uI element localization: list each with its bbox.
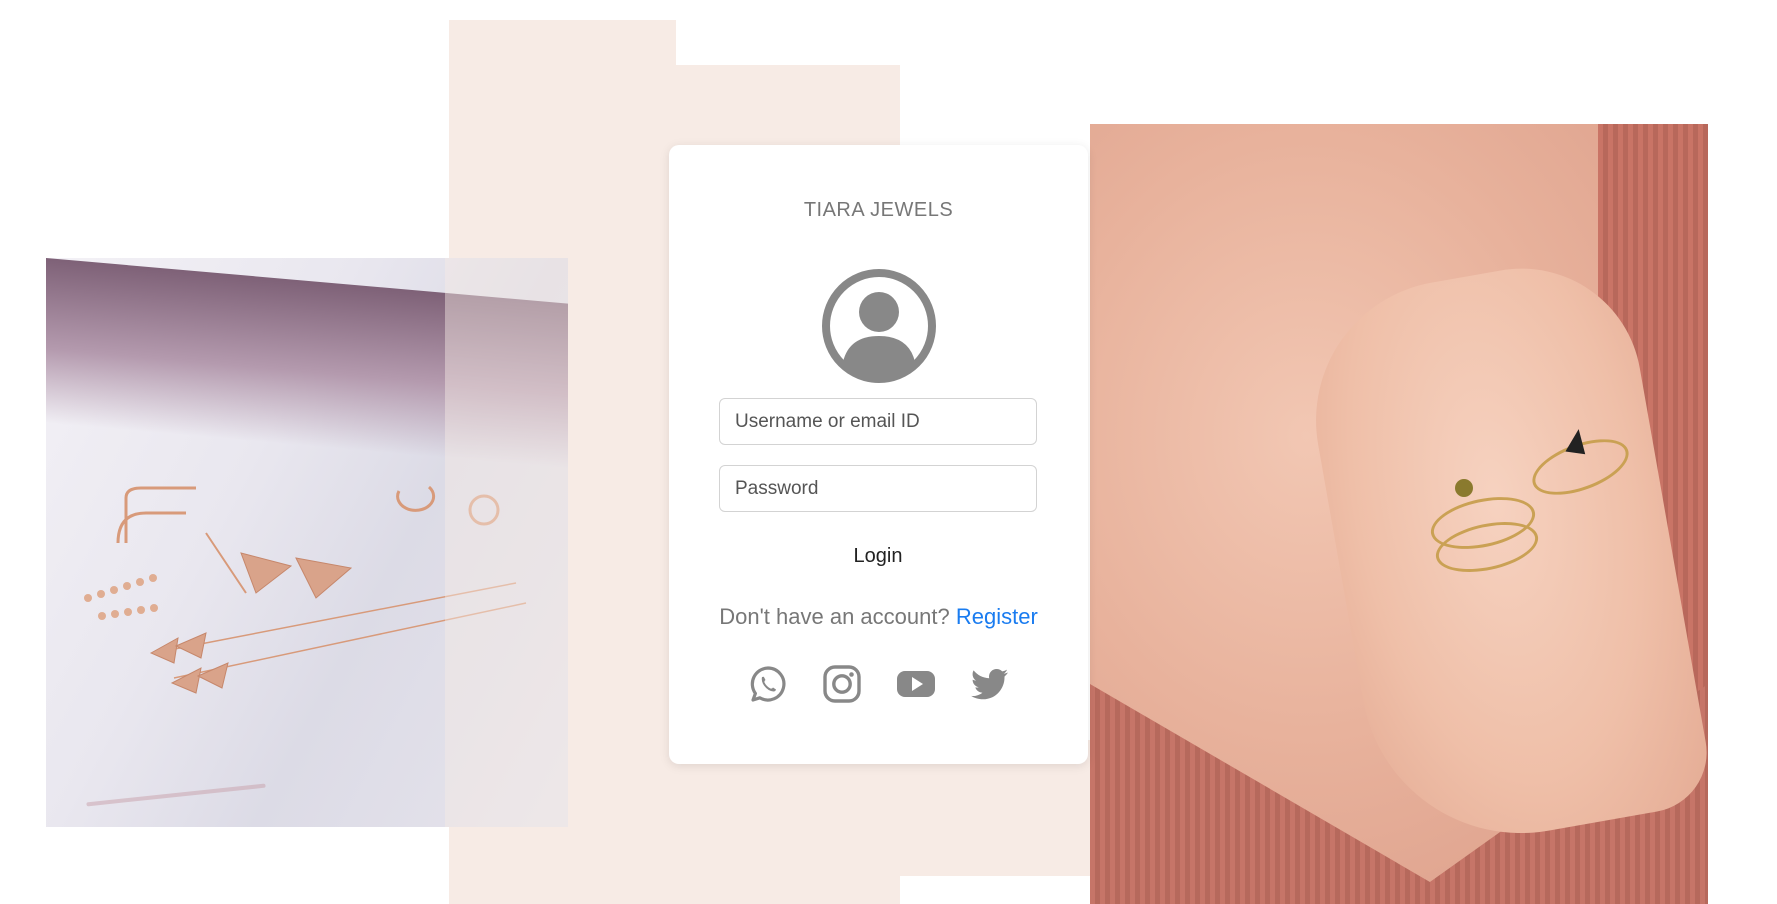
user-avatar-icon xyxy=(822,269,936,383)
login-card: TIARA JEWELS Login Don't have an account… xyxy=(669,145,1088,764)
youtube-icon[interactable] xyxy=(896,664,936,704)
social-links xyxy=(669,664,1088,704)
earrings-photo xyxy=(46,258,568,827)
whatsapp-icon[interactable] xyxy=(748,664,788,704)
register-link[interactable]: Register xyxy=(956,604,1038,629)
brand-title: TIARA JEWELS xyxy=(803,199,954,221)
register-prompt: Don't have an account? Register xyxy=(669,604,1088,630)
twitter-icon[interactable] xyxy=(970,664,1010,704)
no-account-text: Don't have an account? xyxy=(719,604,950,629)
login-button[interactable]: Login xyxy=(828,538,928,574)
username-input[interactable] xyxy=(719,398,1037,445)
overlap-veil xyxy=(730,750,1090,866)
rings-model-photo xyxy=(1090,124,1708,904)
instagram-icon[interactable] xyxy=(822,664,862,704)
password-input[interactable] xyxy=(719,465,1037,512)
